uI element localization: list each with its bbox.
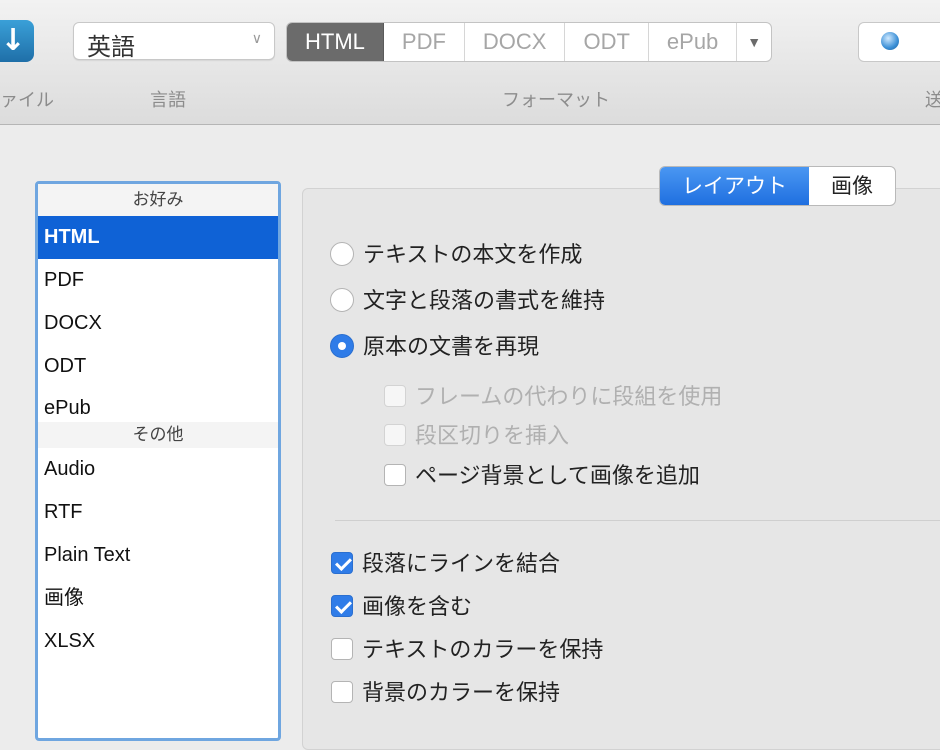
open-file-button[interactable]: ↓ [0, 20, 34, 62]
tab-image[interactable]: 画像 [809, 167, 895, 205]
checkbox-option-include-images[interactable]: 画像を含む [331, 592, 472, 624]
option-label: フレームの代わりに段組を使用 [415, 385, 723, 410]
option-label: 段落にラインを結合 [362, 552, 561, 577]
radio-button[interactable] [330, 334, 354, 358]
favorites-header: お好み [38, 184, 278, 216]
list-item-xlsx[interactable]: XLSX [38, 620, 278, 663]
checkbox[interactable] [331, 595, 353, 617]
list-item-image[interactable]: 画像 [38, 577, 278, 620]
option-label: 段区切りを挿入 [415, 424, 570, 449]
option-label: 背景のカラーを保持 [362, 681, 561, 706]
list-item-pdf[interactable]: PDF [38, 259, 278, 302]
divider [335, 520, 940, 521]
option-label: テキストの本文を作成 [363, 243, 583, 268]
radio-button[interactable] [330, 288, 354, 312]
option-label: 原本の文書を再現 [363, 335, 540, 360]
option-label: ページ背景として画像を追加 [415, 464, 700, 489]
format-label: フォーマット [502, 90, 610, 111]
send-button[interactable] [858, 22, 940, 62]
list-item-odt[interactable]: ODT [38, 345, 278, 388]
others-header: その他 [38, 422, 278, 448]
tab-layout[interactable]: レイアウト [660, 167, 809, 205]
checkbox-option-page-background-image[interactable]: ページ背景として画像を追加 [384, 461, 700, 493]
arrow-down-icon: ↓ [0, 23, 26, 58]
list-item-plain-text[interactable]: Plain Text [38, 534, 278, 577]
checkbox[interactable] [331, 638, 353, 660]
language-select[interactable]: 英語 ∨ [73, 22, 275, 61]
triangle-down-icon: ▼ [747, 34, 762, 50]
language-value: 英語 [87, 33, 135, 61]
file-label: ァイル [0, 90, 54, 111]
list-item-audio[interactable]: Audio [38, 448, 278, 491]
checkbox-option-insert-column-breaks[interactable]: 段区切りを挿入 [384, 421, 569, 453]
chevron-down-icon: ∨ [251, 31, 262, 47]
checkbox-option-columns-instead-of-frames[interactable]: フレームの代わりに段組を使用 [384, 382, 722, 414]
radio-option-create-text[interactable]: テキストの本文を作成 [330, 240, 582, 272]
option-label: 文字と段落の書式を維持 [363, 289, 606, 314]
panel-tabs: レイアウト 画像 [659, 166, 896, 206]
format-epub[interactable]: ePub [649, 23, 738, 61]
checkbox-option-keep-background-color[interactable]: 背景のカラーを保持 [331, 678, 560, 710]
radio-option-reproduce-original[interactable]: 原本の文書を再現 [330, 332, 539, 364]
checkbox[interactable] [384, 385, 406, 407]
checkbox-option-join-paragraph-lines[interactable]: 段落にラインを結合 [331, 549, 560, 581]
checkbox-option-keep-text-color[interactable]: テキストのカラーを保持 [331, 635, 603, 667]
checkbox[interactable] [384, 424, 406, 446]
radio-button[interactable] [330, 242, 354, 266]
send-icon [881, 32, 899, 50]
format-docx[interactable]: DOCX [465, 23, 566, 61]
option-label: 画像を含む [362, 595, 473, 620]
checkbox[interactable] [331, 681, 353, 703]
format-pdf[interactable]: PDF [384, 23, 465, 61]
list-item-html[interactable]: HTML [38, 216, 278, 259]
list-item-docx[interactable]: DOCX [38, 302, 278, 345]
checkbox[interactable] [331, 552, 353, 574]
toolbar: ↓ ァイル 英語 ∨ 言語 HTML PDF DOCX ODT ePub ▼ フ… [0, 0, 940, 125]
format-segmented-control: HTML PDF DOCX ODT ePub ▼ [286, 22, 773, 62]
format-list: お好み HTML PDF DOCX ODT ePub その他 Audio RTF… [35, 181, 281, 741]
language-label: 言語 [150, 90, 186, 111]
format-html[interactable]: HTML [287, 23, 384, 61]
format-more-dropdown[interactable]: ▼ [737, 23, 771, 61]
list-item-rtf[interactable]: RTF [38, 491, 278, 534]
checkbox[interactable] [384, 464, 406, 486]
list-item-epub[interactable]: ePub [38, 388, 278, 422]
send-label: 送 [925, 90, 940, 111]
format-odt[interactable]: ODT [565, 23, 649, 61]
radio-option-keep-formatting[interactable]: 文字と段落の書式を維持 [330, 286, 605, 318]
option-label: テキストのカラーを保持 [362, 638, 604, 663]
